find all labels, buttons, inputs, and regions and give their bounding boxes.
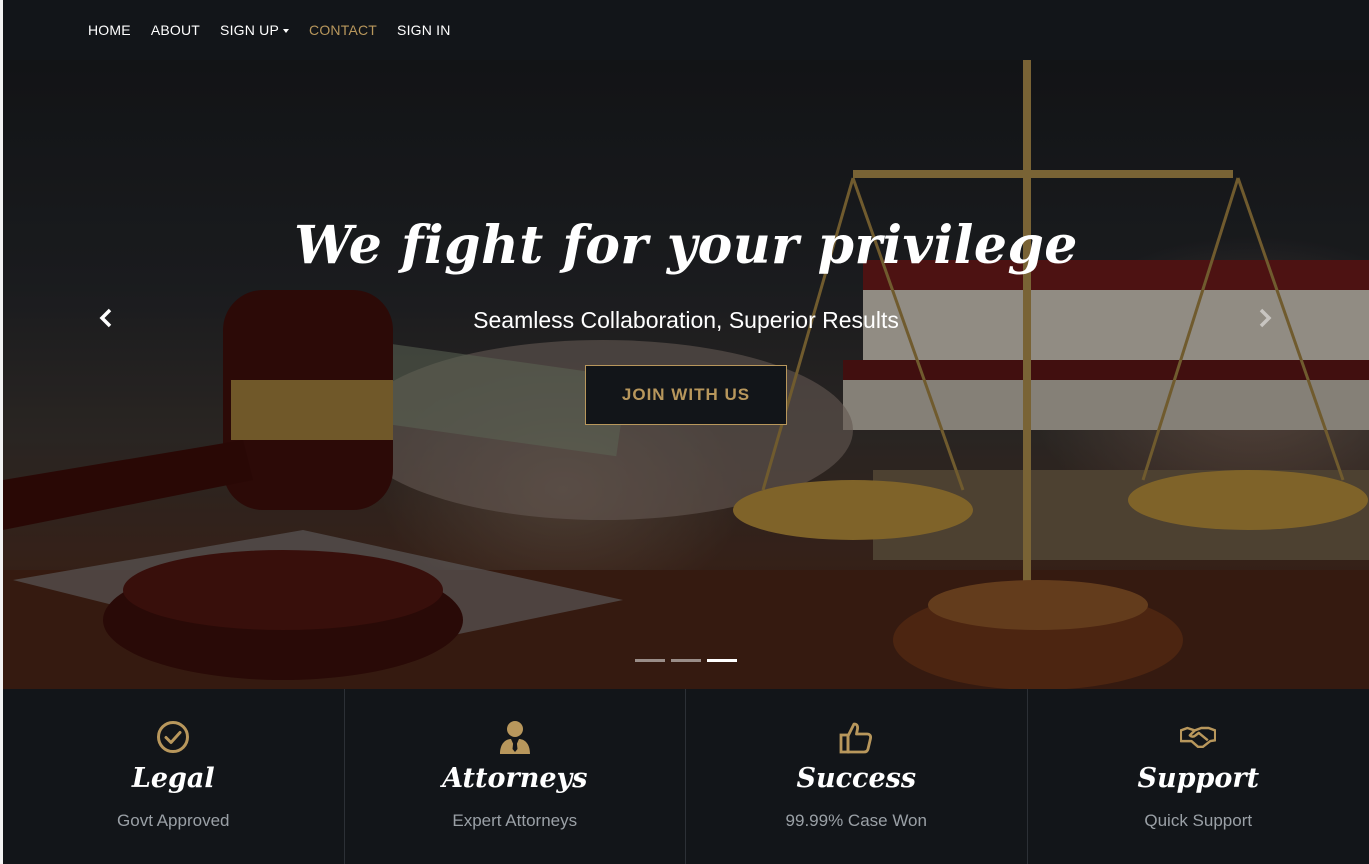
carousel-indicators (635, 659, 743, 662)
nav-contact-link[interactable]: CONTACT (309, 22, 377, 38)
chevron-left-icon (99, 308, 112, 328)
carousel-indicator-active[interactable] (707, 659, 737, 662)
features-strip: Legal Govt Approved Attorneys Expert Att… (3, 689, 1369, 864)
carousel-next-button[interactable] (1250, 303, 1280, 333)
user-tie-icon (497, 719, 533, 755)
carousel-indicator[interactable] (671, 659, 701, 662)
feature-subtitle: Expert Attorneys (452, 811, 578, 830)
caret-down-icon (283, 28, 290, 33)
check-circle-icon (155, 719, 191, 755)
nav-menu: HOME ABOUT SIGN UP CONTACT SIGN IN (88, 0, 471, 60)
feature-success: Success 99.99% Case Won (686, 689, 1028, 864)
feature-subtitle: 99.99% Case Won (785, 811, 927, 830)
handshake-icon (1180, 719, 1217, 755)
top-navbar: HOME ABOUT SIGN UP CONTACT SIGN IN (3, 0, 1369, 60)
carousel-prev-button[interactable] (91, 303, 121, 333)
carousel-indicator[interactable] (635, 659, 665, 662)
thumbs-up-icon (838, 719, 874, 755)
hero-title: We fight for your privilege (294, 215, 1078, 276)
nav-signup-label: SIGN UP (220, 22, 280, 38)
feature-subtitle: Quick Support (1144, 811, 1253, 830)
page: HOME ABOUT SIGN UP CONTACT SIGN IN We fi… (3, 0, 1369, 864)
nav-signin-link[interactable]: SIGN IN (397, 22, 451, 38)
feature-title: Legal (131, 763, 215, 794)
feature-title: Success (796, 763, 917, 794)
feature-subtitle: Govt Approved (117, 811, 230, 830)
chevron-right-icon (1259, 308, 1272, 328)
hero-carousel: We fight for your privilege Seamless Col… (3, 60, 1369, 689)
feature-title: Attorneys (442, 763, 588, 794)
hero-subtitle: Seamless Collaboration, Superior Results (473, 307, 899, 333)
feature-attorneys: Attorneys Expert Attorneys (345, 689, 686, 864)
feature-legal: Legal Govt Approved (3, 689, 345, 864)
nav-home-link[interactable]: HOME (88, 22, 131, 38)
join-with-us-button[interactable]: JOIN WITH US (585, 365, 787, 425)
feature-support: Support Quick Support (1028, 689, 1369, 864)
nav-signup-dropdown[interactable]: SIGN UP (220, 22, 290, 38)
feature-title: Support (1137, 763, 1260, 794)
nav-about-link[interactable]: ABOUT (151, 22, 200, 38)
